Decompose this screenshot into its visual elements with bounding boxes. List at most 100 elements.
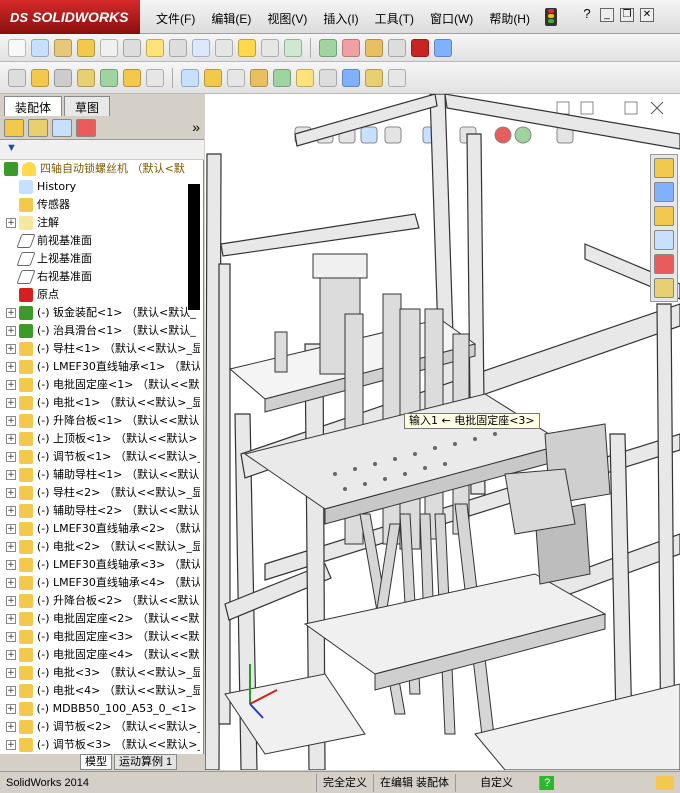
tree-item[interactable]: 上视基准面 [0,250,200,268]
tree-item[interactable]: + (-) LMEF30直线轴承<1> （默认 [0,358,200,376]
expand-toggle-icon[interactable]: + [6,398,16,408]
tree-item[interactable]: + (-) 钣金装配<1> （默认<默认_ [0,304,200,322]
home-icon[interactable] [654,158,674,178]
bill-of-materials-icon[interactable] [273,68,291,87]
tree-item[interactable]: + (-) 升降台板<2> （默认<<默认 [0,592,200,610]
note-icon[interactable] [31,38,49,57]
clock-icon[interactable] [100,38,118,57]
tree-item[interactable]: + (-) 电批固定座<4> （默认<<默 [0,646,200,664]
section-icon[interactable] [284,38,302,57]
restore-button[interactable]: ❐ [620,8,634,22]
spell-check-icon[interactable] [8,38,26,57]
menu-help[interactable]: 帮助(H) [481,10,538,27]
minimize-button[interactable]: _ [600,8,614,22]
filter-icon[interactable]: ▼ [6,142,17,154]
expand-toggle-icon[interactable]: + [6,650,16,660]
tree-item[interactable]: + (-) 调节板<2> （默认<<默认>_ [0,718,200,736]
tree-filter[interactable]: ▼ [0,140,204,160]
graphics-area[interactable] [205,94,680,770]
resources-icon[interactable] [654,182,674,202]
tree-item[interactable]: + (-) 辅助导柱<1> （默认<<默认 [0,466,200,484]
align-icon[interactable] [261,38,279,57]
tree-item[interactable]: + (-) 电批<2> （默认<<默认>_显 [0,538,200,556]
display-manager-icon[interactable] [76,119,96,137]
solidworks-logo[interactable]: DS SOLIDWORKS [0,0,140,34]
appearances-icon[interactable] [654,254,674,274]
color-square-icon[interactable] [411,38,429,57]
measure-icon[interactable] [215,38,233,57]
menu-file[interactable]: 文件(F) [148,10,203,27]
tree-item[interactable]: + (-) 调节板<3> （默认<<默认>_ [0,736,200,754]
tree-item[interactable]: 原点 [0,286,200,304]
status-units[interactable]: 自定义 [455,773,535,792]
tree-item[interactable]: + (-) 升降台板<1> （默认<<默认 [0,412,200,430]
tab-sketch[interactable]: 草图 [64,96,111,116]
table-icon[interactable] [319,38,337,57]
expand-toggle-icon[interactable]: + [6,542,16,552]
tree-item[interactable]: + (-) 导柱<1> （默认<<默认>_显 [0,340,200,358]
tab-motion-study[interactable]: 运动算例 1 [114,754,178,770]
component-icon[interactable] [8,68,26,87]
appearance-icon[interactable] [434,38,452,57]
tree-item[interactable]: + (-) 电批固定座<3> （默认<<默 [0,628,200,646]
expand-toggle-icon[interactable]: + [6,416,16,426]
pattern-icon[interactable] [100,68,118,87]
menu-view[interactable]: 视图(V) [259,10,315,27]
hand-icon[interactable] [123,38,141,57]
interference-icon[interactable] [342,68,360,87]
expand-toggle-icon[interactable]: + [6,218,16,228]
custom-properties-icon[interactable] [654,278,674,298]
expand-toggle-icon[interactable]: + [6,506,16,516]
expand-toggle-icon[interactable]: + [6,470,16,480]
tab-assembly[interactable]: 装配体 [4,96,63,116]
tree-item[interactable]: + (-) 电批<4> （默认<<默认>_显 [0,682,200,700]
feature-tree-icon[interactable] [4,119,24,137]
pin-icon[interactable] [54,68,72,87]
explode-line-icon[interactable] [319,68,337,87]
expand-toggle-icon[interactable]: + [6,740,16,750]
expand-toggle-icon[interactable]: + [6,596,16,606]
tree-item[interactable]: + (-) 电批固定座<2> （默认<<默 [0,610,200,628]
exploded-view-icon[interactable] [296,68,314,87]
view-palette-icon[interactable] [654,230,674,250]
folder-icon[interactable] [77,38,95,57]
expand-toggle-icon[interactable]: + [6,668,16,678]
expand-toggle-icon[interactable]: + [6,380,16,390]
move-component-icon[interactable] [146,68,164,87]
menu-edit[interactable]: 编辑(E) [203,10,259,27]
expand-toggle-icon[interactable]: + [6,362,16,372]
tree-item[interactable]: + (-) MDBB50_100_A53_0_<1> （默 [0,700,200,718]
tree-item[interactable]: 右视基准面 [0,268,200,286]
warning-icon[interactable] [238,38,256,57]
status-help-icon[interactable]: ? [539,775,555,790]
sparkle-icon[interactable] [342,38,360,57]
sum-icon[interactable] [192,38,210,57]
tree-item[interactable]: History [0,178,200,196]
check-icon[interactable] [169,38,187,57]
tree-item[interactable]: + (-) 辅助导柱<2> （默认<<默认 [0,502,200,520]
expand-toggle-icon[interactable]: + [6,344,16,354]
reference-geometry-icon[interactable] [227,68,245,87]
collapse-panel-icon[interactable]: » [192,119,200,136]
mate-icon[interactable] [77,68,95,87]
configuration-manager-icon[interactable] [52,119,72,137]
tree-item[interactable]: + (-) 电批固定座<1> （默认<<默 [0,376,200,394]
show-hidden-icon[interactable] [181,68,199,87]
tree-item[interactable]: + (-) 治具滑台<1> （默认<默认_ [0,322,200,340]
expand-toggle-icon[interactable]: + [6,614,16,624]
expand-toggle-icon[interactable]: + [6,560,16,570]
new-motion-study-icon[interactable] [250,68,268,87]
tree-item[interactable]: 前视基准面 [0,232,200,250]
property-manager-icon[interactable] [28,119,48,137]
tree-item[interactable]: + (-) LMEF30直线轴承<4> （默认 [0,574,200,592]
expand-toggle-icon[interactable]: + [6,452,16,462]
expand-toggle-icon[interactable]: + [6,524,16,534]
expand-toggle-icon[interactable]: + [6,434,16,444]
menu-window[interactable]: 窗口(W) [422,10,481,27]
tree-root[interactable]: 四轴自动锁螺丝机 （默认<默 [0,160,200,178]
tree-item[interactable]: + (-) LMEF30直线轴承<3> （默认 [0,556,200,574]
expand-toggle-icon[interactable]: + [6,308,16,318]
balance-icon[interactable] [54,38,72,57]
menu-tools[interactable]: 工具(T) [367,10,422,27]
tree-item[interactable]: + (-) 电批<3> （默认<<默认>_显 [0,664,200,682]
